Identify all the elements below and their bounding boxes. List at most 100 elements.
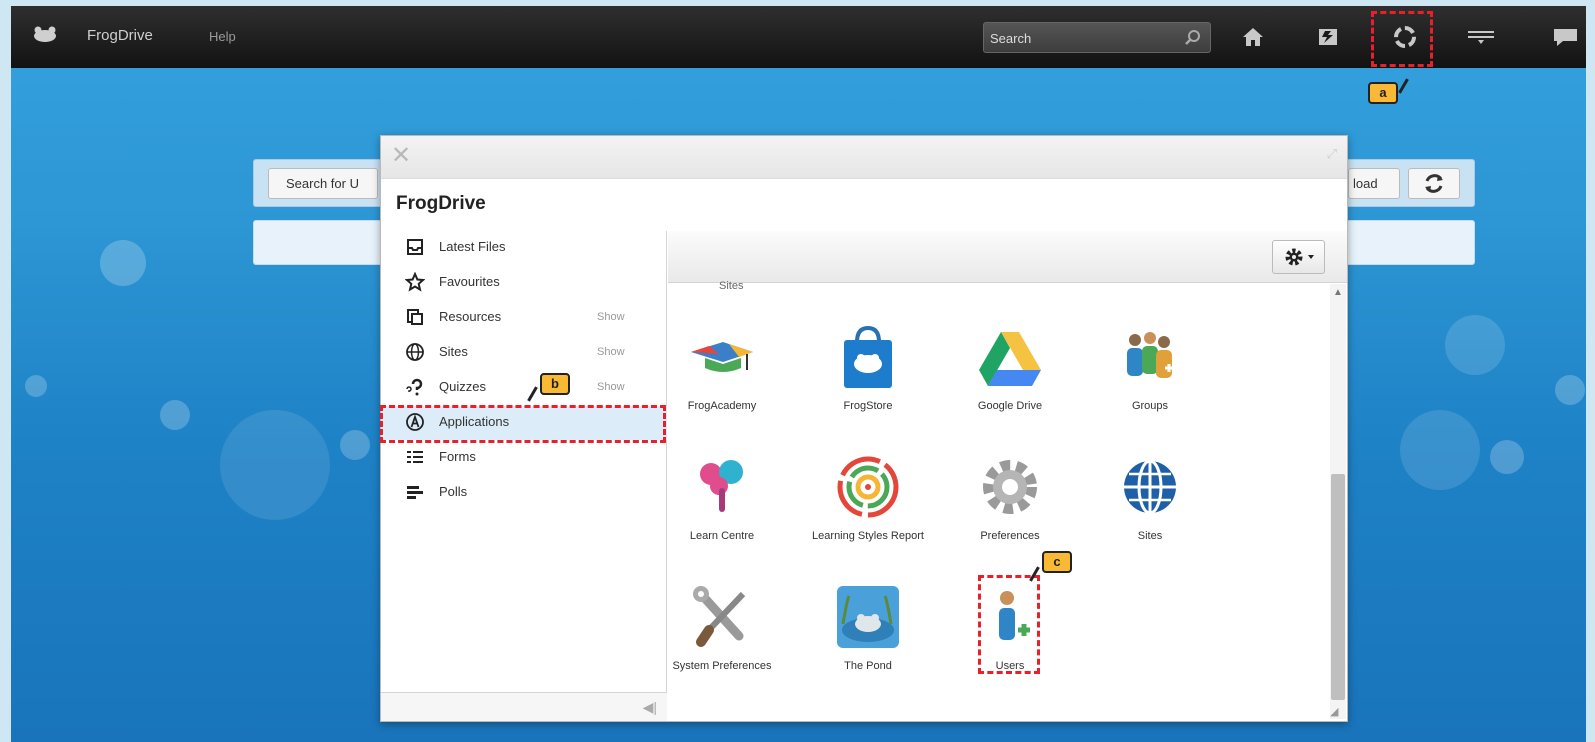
show-link[interactable]: Show — [597, 311, 625, 323]
app-the-pond[interactable]: The Pond — [808, 584, 928, 674]
show-link[interactable]: Show — [597, 381, 625, 393]
gear-icon — [983, 460, 1037, 514]
search-input[interactable] — [990, 28, 1170, 48]
app-label: Sites — [1137, 530, 1163, 542]
highlight-box-c — [978, 575, 1040, 674]
quiz-icon — [406, 378, 423, 396]
groups-icon — [1127, 332, 1173, 378]
tools-icon — [693, 586, 746, 647]
polls-icon — [407, 486, 423, 499]
page-border-left — [0, 0, 11, 742]
app-frogacademy[interactable]: FrogAcademy — [662, 324, 782, 414]
show-link[interactable]: Show — [597, 346, 625, 358]
learn-tree-icon — [700, 460, 743, 512]
app-system-preferences[interactable]: System Preferences — [662, 584, 782, 674]
app-label: Learn Centre — [689, 530, 755, 542]
home-icon[interactable] — [1241, 25, 1265, 49]
sidebar-item-sites[interactable]: Sites Show — [381, 336, 667, 370]
people-icon[interactable] — [1466, 25, 1496, 49]
bokeh — [1400, 410, 1480, 490]
star-icon — [405, 272, 425, 292]
chat-icon[interactable] — [1551, 25, 1581, 49]
target-icon — [837, 456, 899, 518]
help-link[interactable]: Help — [209, 29, 236, 44]
resources-icon — [407, 309, 423, 325]
sidebar-item-label: Polls — [439, 484, 468, 499]
globe-icon — [406, 343, 424, 361]
bokeh — [340, 430, 370, 460]
app-label: FrogAcademy — [687, 400, 757, 412]
highlight-box-b — [380, 405, 666, 443]
bokeh — [1555, 375, 1585, 405]
scroll-up-arrow-icon[interactable]: ▲ — [1333, 287, 1343, 298]
vertical-scrollbar[interactable]: ▲ — [1330, 284, 1346, 719]
frog-logo-icon[interactable] — [31, 26, 59, 42]
sidebar-item-label: Sites — [439, 344, 468, 359]
app-label: Groups — [1131, 400, 1169, 412]
app-title[interactable]: FrogDrive — [87, 27, 153, 44]
app-preferences[interactable]: Preferences — [950, 454, 1070, 544]
dialog-header: ✕ ⤢ — [381, 136, 1347, 179]
sidebar-item-label: Latest Files — [439, 239, 506, 254]
app-sites[interactable]: Sites — [1090, 454, 1210, 544]
google-drive-icon — [979, 332, 1041, 386]
gear-icon — [1285, 248, 1314, 266]
annotation-tag-c: c — [1042, 551, 1072, 573]
sidebar-footer: ◀| — [381, 692, 667, 721]
top-navigation-bar: FrogDrive Help — [11, 6, 1586, 68]
refresh-icon — [1425, 174, 1443, 193]
maximize-icon[interactable]: ⤢ — [1327, 146, 1337, 162]
annotation-tag-a: a — [1368, 82, 1398, 104]
app-frogstore[interactable]: FrogStore — [808, 324, 928, 414]
tag-pointer — [1398, 78, 1409, 94]
app-google-drive[interactable]: Google Drive — [950, 324, 1070, 414]
app-learning-styles-report[interactable]: Learning Styles Report — [808, 454, 928, 544]
sidebar-item-label: Quizzes — [439, 379, 486, 394]
bokeh — [160, 400, 190, 430]
app-label: FrogStore — [843, 400, 893, 412]
refresh-button[interactable] — [1408, 168, 1460, 199]
resize-grip-icon[interactable]: ◢ — [1330, 705, 1338, 718]
app-learn-centre[interactable]: Learn Centre — [662, 454, 782, 544]
app-label: System Preferences — [672, 660, 772, 672]
sidebar-item-polls[interactable]: Polls — [381, 476, 667, 510]
close-icon[interactable]: ✕ — [391, 144, 411, 168]
bokeh — [25, 375, 47, 397]
app-label: The Pond — [844, 660, 892, 672]
globe-icon — [1124, 459, 1176, 515]
sidebar-item-favourites[interactable]: Favourites — [381, 266, 667, 300]
dialog-sidebar: Latest Files Favourites Resources Show S… — [381, 231, 667, 721]
search-icon[interactable] — [1184, 29, 1202, 47]
sidebar-item-forms[interactable]: Forms — [381, 441, 667, 475]
pond-icon — [837, 586, 899, 648]
sidebar-item-latest-files[interactable]: Latest Files — [381, 231, 667, 265]
bokeh — [1490, 440, 1524, 474]
app-label: Learning Styles Report — [812, 530, 924, 542]
section-label: Sites — [719, 280, 744, 292]
graduation-cap-icon — [691, 342, 753, 372]
app-label: Google Drive — [977, 400, 1043, 412]
bokeh — [100, 240, 146, 286]
forms-icon — [407, 451, 423, 463]
background-upload-button[interactable]: load — [1348, 168, 1400, 199]
dialog-title: FrogDrive — [396, 193, 486, 214]
bokeh — [220, 410, 330, 520]
collapse-sidebar-icon[interactable]: ◀| — [643, 699, 657, 716]
highlight-box-a — [1371, 11, 1433, 67]
app-groups[interactable]: Groups — [1090, 324, 1210, 414]
settings-dropdown-button[interactable] — [1272, 240, 1325, 274]
search-box[interactable] — [983, 22, 1211, 53]
background-search-button[interactable]: Search for U — [268, 168, 378, 199]
sidebar-item-quizzes[interactable]: Quizzes Show — [381, 371, 667, 405]
page-border-top — [0, 0, 1595, 6]
sidebar-item-resources[interactable]: Resources Show — [381, 301, 667, 335]
annotation-tag-b: b — [540, 373, 570, 395]
frogstore-icon[interactable] — [1316, 25, 1340, 49]
store-bag-icon — [844, 325, 892, 388]
scroll-thumb[interactable] — [1331, 474, 1345, 700]
sidebar-item-label: Favourites — [439, 274, 500, 289]
content-toolbar — [668, 231, 1347, 283]
inbox-icon — [407, 239, 423, 255]
page-border-right — [1586, 0, 1595, 742]
sidebar-item-label: Resources — [439, 309, 502, 324]
